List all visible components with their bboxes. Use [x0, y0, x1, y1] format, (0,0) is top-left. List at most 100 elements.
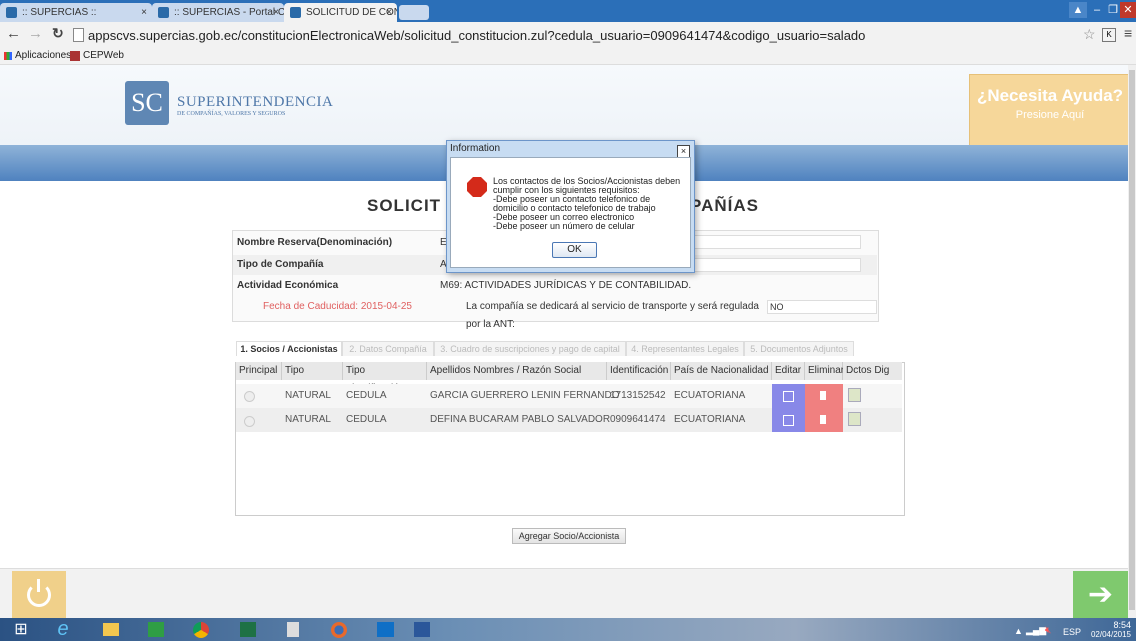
clock-time[interactable]: 8:54: [1091, 620, 1131, 630]
windows-start-icon[interactable]: ⊞: [4, 619, 38, 640]
outlook-icon[interactable]: [368, 619, 402, 640]
forward-icon[interactable]: →: [28, 25, 43, 42]
col-principal: Principal: [236, 362, 282, 380]
clock-date[interactable]: 02/04/2015: [1083, 630, 1131, 639]
menu-icon[interactable]: ≡: [1124, 25, 1132, 41]
add-socio-button[interactable]: Agregar Socio/Accionista: [512, 528, 626, 544]
network-signal-icon[interactable]: ▂▄▆: [1026, 625, 1046, 636]
address-input[interactable]: appscvs.supercias.gob.ec/constitucionEle…: [88, 26, 1101, 45]
cell-nombre: DEFINA BUCARAM PABLO SALVADOR: [430, 414, 611, 425]
cepweb-icon: [70, 51, 80, 61]
cell-tipo-id: CEDULA: [346, 390, 387, 401]
close-icon[interactable]: ✕: [1120, 2, 1136, 18]
tab-label: :: SUPERCIAS - Portal Corp: [174, 7, 284, 18]
documents-icon[interactable]: [848, 412, 861, 426]
tab-cuadro-suscripciones[interactable]: 3. Cuadro de suscripciones y pago de cap…: [434, 341, 626, 356]
cell-identificacion: 0909641474: [610, 414, 666, 425]
help-button[interactable]: ¿Necesita Ayuda? Presione Aquí: [969, 74, 1129, 153]
col-apellidos-nombres: Apellidos Nombres / Razón Social: [427, 362, 607, 380]
new-tab-button[interactable]: [399, 5, 429, 20]
store-icon[interactable]: [139, 619, 173, 640]
chrome-icon[interactable]: [184, 619, 218, 640]
browser-tab-solicitud[interactable]: SOLICITUD DE CONSTITU ×: [284, 3, 397, 22]
tipo-label: Tipo de Compañía: [237, 259, 324, 270]
restore-icon[interactable]: ❐: [1106, 2, 1120, 18]
col-pais: País de Nacionalidad: [671, 362, 772, 380]
tab-datos-compania[interactable]: 2. Datos Compañía: [342, 341, 434, 356]
trash-icon: [820, 415, 826, 424]
principal-radio[interactable]: [244, 391, 255, 402]
nombre-label: Nombre Reserva(Denominación): [237, 237, 393, 248]
extension-k-icon[interactable]: K: [1102, 28, 1116, 42]
star-icon[interactable]: ☆: [1083, 26, 1096, 43]
supercias-logo: SC: [125, 81, 169, 125]
cell-pais: ECUATORIANA: [674, 390, 746, 401]
supercias-favicon-icon: [290, 7, 301, 18]
calculator-icon[interactable]: [276, 619, 310, 640]
tab-representantes[interactable]: 4. Representantes Legales: [626, 341, 744, 356]
tray-up-arrow-icon[interactable]: ▲: [1014, 626, 1023, 636]
edit-icon: [783, 415, 794, 426]
help-title: ¿Necesita Ayuda?: [976, 86, 1124, 105]
firefox-icon[interactable]: [322, 619, 356, 640]
col-eliminar: Eliminar: [805, 362, 844, 380]
bookmarks-bar: Aplicaciones CEPWeb: [0, 48, 1136, 65]
close-tab-icon[interactable]: ×: [141, 3, 147, 22]
file-explorer-icon[interactable]: [94, 619, 128, 640]
principal-radio[interactable]: [244, 416, 255, 427]
tab-label: SOLICITUD DE CONSTITU: [306, 7, 397, 18]
edit-button[interactable]: [772, 408, 805, 432]
cell-tipo: NATURAL: [285, 414, 331, 425]
actividad-label: Actividad Económica: [237, 280, 339, 291]
page-header: [0, 65, 1128, 145]
logo-subtitle: DE COMPAÑÍAS, VALORES Y SEGUROS: [177, 111, 286, 117]
fecha-caducidad: Fecha de Caducidad: 2015-04-25: [263, 301, 412, 312]
col-tipo-identificacion: Tipo Identificación: [343, 362, 427, 394]
page-title-right: PAÑÍAS: [690, 196, 759, 215]
trash-icon: [820, 391, 826, 400]
col-tipo: Tipo: [282, 362, 343, 380]
volume-icon[interactable]: 🔇︎: [1045, 625, 1051, 636]
close-tab-icon[interactable]: ×: [273, 3, 279, 22]
transporte-field[interactable]: NO: [767, 300, 877, 314]
dialog-body: Los contactos de los Socios/Accionistas …: [450, 157, 691, 268]
edit-button[interactable]: [772, 384, 805, 408]
excel-icon[interactable]: [231, 619, 265, 640]
page-title-left: SOLICIT: [367, 196, 442, 215]
col-dctos-dig: Dctos Dig: [843, 362, 902, 380]
col-editar: Editar: [772, 362, 805, 380]
cell-tipo: NATURAL: [285, 390, 331, 401]
bookmark-cepweb[interactable]: CEPWeb: [83, 48, 124, 64]
tipo-field[interactable]: [693, 258, 861, 272]
user-icon[interactable]: ▲: [1069, 2, 1087, 18]
power-icon-stem: [37, 579, 40, 592]
tab-documentos[interactable]: 5. Documentos Adjuntos: [744, 341, 854, 356]
nombre-field[interactable]: [693, 235, 861, 249]
word-icon[interactable]: [405, 619, 439, 640]
scrollbar-thumb[interactable]: [1129, 70, 1135, 610]
minimize-icon[interactable]: –: [1089, 2, 1105, 18]
delete-button[interactable]: [805, 408, 843, 432]
dialog-message: Los contactos de los Socios/Accionistas …: [493, 176, 681, 231]
browser-tab-portal[interactable]: :: SUPERCIAS - Portal Corp ×: [152, 3, 284, 22]
bookmark-aplicaciones[interactable]: Aplicaciones: [15, 48, 71, 64]
apps-grid-icon: [4, 52, 12, 60]
close-tab-icon[interactable]: ×: [386, 3, 392, 22]
ok-button[interactable]: OK: [552, 242, 597, 258]
information-dialog: Information × Los contactos de los Socio…: [446, 140, 695, 273]
delete-button[interactable]: [805, 384, 843, 408]
language-indicator[interactable]: ESP: [1063, 627, 1081, 637]
tab-socios[interactable]: 1. Socios / Accionistas: [236, 341, 342, 356]
actividad-value: M69: ACTIVIDADES JURÍDICAS Y DE CONTABIL…: [440, 280, 692, 291]
back-icon[interactable]: ←: [6, 25, 21, 42]
page-footer: [0, 568, 1128, 619]
internet-explorer-icon[interactable]: e: [46, 619, 80, 640]
power-button[interactable]: [12, 571, 66, 618]
next-arrow-button[interactable]: ➔: [1073, 571, 1128, 618]
reload-icon[interactable]: ↻: [52, 25, 64, 42]
browser-tab-supercias[interactable]: :: SUPERCIAS :: ×: [0, 3, 152, 22]
tab-label: :: SUPERCIAS ::: [22, 7, 97, 18]
documents-icon[interactable]: [848, 388, 861, 402]
page-icon: [73, 28, 84, 42]
transporte-label: La compañía se dedicará al servicio de t…: [466, 301, 759, 330]
